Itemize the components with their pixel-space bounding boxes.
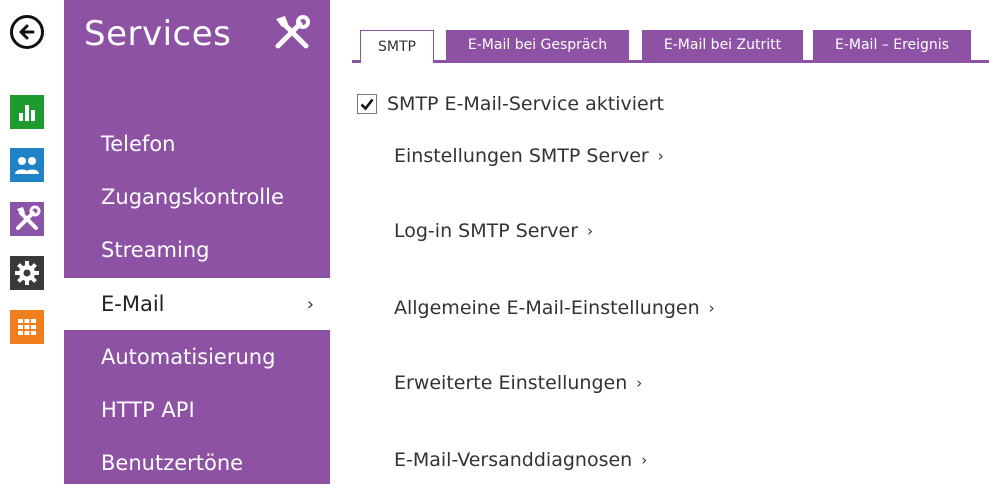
sidebar-item-label: Automatisierung (101, 345, 276, 369)
sidebar-item-http-api[interactable]: HTTP API (64, 384, 330, 436)
sidebar-item-label: E-Mail (101, 292, 165, 316)
smtp-enabled-checkbox[interactable] (357, 94, 377, 114)
section-label: Einstellungen SMTP Server (394, 145, 649, 167)
icon-rail (0, 0, 60, 484)
section-label: Allgemeine E-Mail-Einstellungen (394, 297, 700, 319)
services-sidebar: Services Telefon Zugangskontrolle Stream… (64, 0, 330, 484)
checkmark-icon (360, 98, 374, 111)
users-icon (15, 157, 39, 174)
section-einstellungen-smtp-server[interactable]: Einstellungen SMTP Server › (394, 145, 664, 167)
sidebar-title: Services (84, 14, 232, 54)
sidebar-item-label: Telefon (101, 132, 176, 156)
sidebar-item-email[interactable]: E-Mail › (64, 278, 330, 330)
chevron-right-icon: › (708, 299, 715, 317)
section-label: Log-in SMTP Server (394, 220, 579, 242)
back-arrow-icon (19, 24, 35, 40)
status-menu-button[interactable] (10, 95, 44, 129)
services-menu-button[interactable] (10, 202, 44, 236)
smtp-enabled-label: SMTP E-Mail-Service aktiviert (387, 93, 664, 115)
gear-icon (15, 261, 39, 285)
sidebar-item-label: Streaming (101, 238, 210, 262)
chevron-right-icon: › (657, 147, 664, 165)
tab-email-bei-zutritt[interactable]: E-Mail bei Zutritt (642, 30, 803, 60)
chevron-right-icon: › (641, 451, 648, 469)
chevron-right-icon: › (587, 222, 594, 240)
system-menu-button[interactable] (10, 310, 44, 344)
sidebar-item-telefon[interactable]: Telefon (64, 118, 330, 170)
section-login-smtp-server[interactable]: Log-in SMTP Server › (394, 220, 593, 242)
sidebar-item-label: Zugangskontrolle (101, 185, 284, 209)
grid-icon (18, 319, 36, 335)
section-label: E-Mail-Versanddiagnosen (394, 449, 633, 471)
bar-chart-icon (19, 105, 35, 121)
sidebar-item-automatisierung[interactable]: Automatisierung (64, 331, 330, 383)
sidebar-item-benutzertoene[interactable]: Benutzertöne (64, 437, 330, 489)
section-label: Erweiterte Einstellungen (394, 372, 628, 394)
tab-smtp[interactable]: SMTP (360, 30, 434, 63)
back-button[interactable] (10, 15, 44, 49)
chevron-right-icon: › (306, 293, 314, 315)
section-allgemeine-email-einstellungen[interactable]: Allgemeine E-Mail-Einstellungen › (394, 297, 715, 319)
section-email-versanddiagnosen[interactable]: E-Mail-Versanddiagnosen › (394, 449, 647, 471)
hardware-menu-button[interactable] (10, 256, 44, 290)
tools-icon (275, 15, 310, 49)
chevron-right-icon: › (636, 374, 643, 392)
tab-email-ereignis[interactable]: E-Mail – Ereignis (813, 30, 971, 60)
sidebar-item-zugangskontrolle[interactable]: Zugangskontrolle (64, 171, 330, 223)
tab-bar: SMTP E-Mail bei Gespräch E-Mail bei Zutr… (352, 29, 989, 63)
sidebar-item-label: Benutzertöne (101, 451, 244, 475)
tab-email-bei-gespraech[interactable]: E-Mail bei Gespräch (446, 30, 629, 60)
sidebar-item-streaming[interactable]: Streaming (64, 224, 330, 276)
tools-icon (16, 205, 41, 230)
sidebar-item-label: HTTP API (101, 398, 195, 422)
directory-menu-button[interactable] (10, 148, 44, 182)
smtp-service-toggle-row: SMTP E-Mail-Service aktiviert (357, 93, 664, 115)
section-erweiterte-einstellungen[interactable]: Erweiterte Einstellungen › (394, 372, 642, 394)
